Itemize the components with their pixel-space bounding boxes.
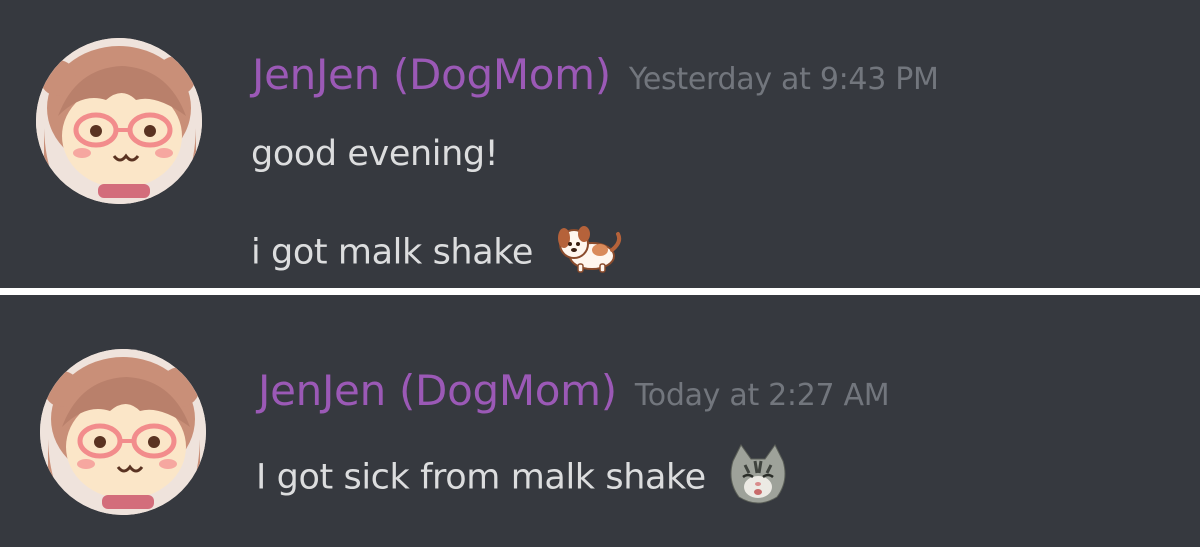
message-group-2: JenJen (DogMom) Today at 2:27 AM I got si…	[0, 295, 1200, 547]
username[interactable]: JenJen (DogMom)	[252, 50, 611, 99]
avatar[interactable]	[40, 349, 206, 515]
cat-emoji-icon[interactable]	[725, 441, 791, 516]
message-text: i got malk shake	[251, 222, 624, 285]
message-group-1: JenJen (DogMom) Yesterday at 9:43 PM good…	[0, 0, 1200, 288]
username[interactable]: JenJen (DogMom)	[258, 366, 617, 415]
dog-emoji-icon[interactable]	[552, 222, 624, 285]
message-text: good evening!	[251, 134, 499, 174]
screenshot-collage: JenJen (DogMom) Yesterday at 9:43 PM good…	[0, 0, 1200, 547]
message-text: I got sick from malk shake	[256, 441, 791, 516]
message-line: I got sick from malk shake	[256, 457, 706, 498]
timestamp[interactable]: Yesterday at 9:43 PM	[629, 62, 939, 97]
message-header: JenJen (DogMom) Today at 2:27 AM	[258, 366, 890, 415]
avatar[interactable]	[36, 38, 202, 204]
avatar-image	[36, 38, 202, 204]
timestamp[interactable]: Today at 2:27 AM	[635, 378, 890, 413]
avatar-image	[40, 349, 206, 515]
message-header: JenJen (DogMom) Yesterday at 9:43 PM	[252, 50, 939, 99]
message-line: i got malk shake	[251, 232, 534, 273]
message-line: good evening!	[251, 134, 499, 174]
